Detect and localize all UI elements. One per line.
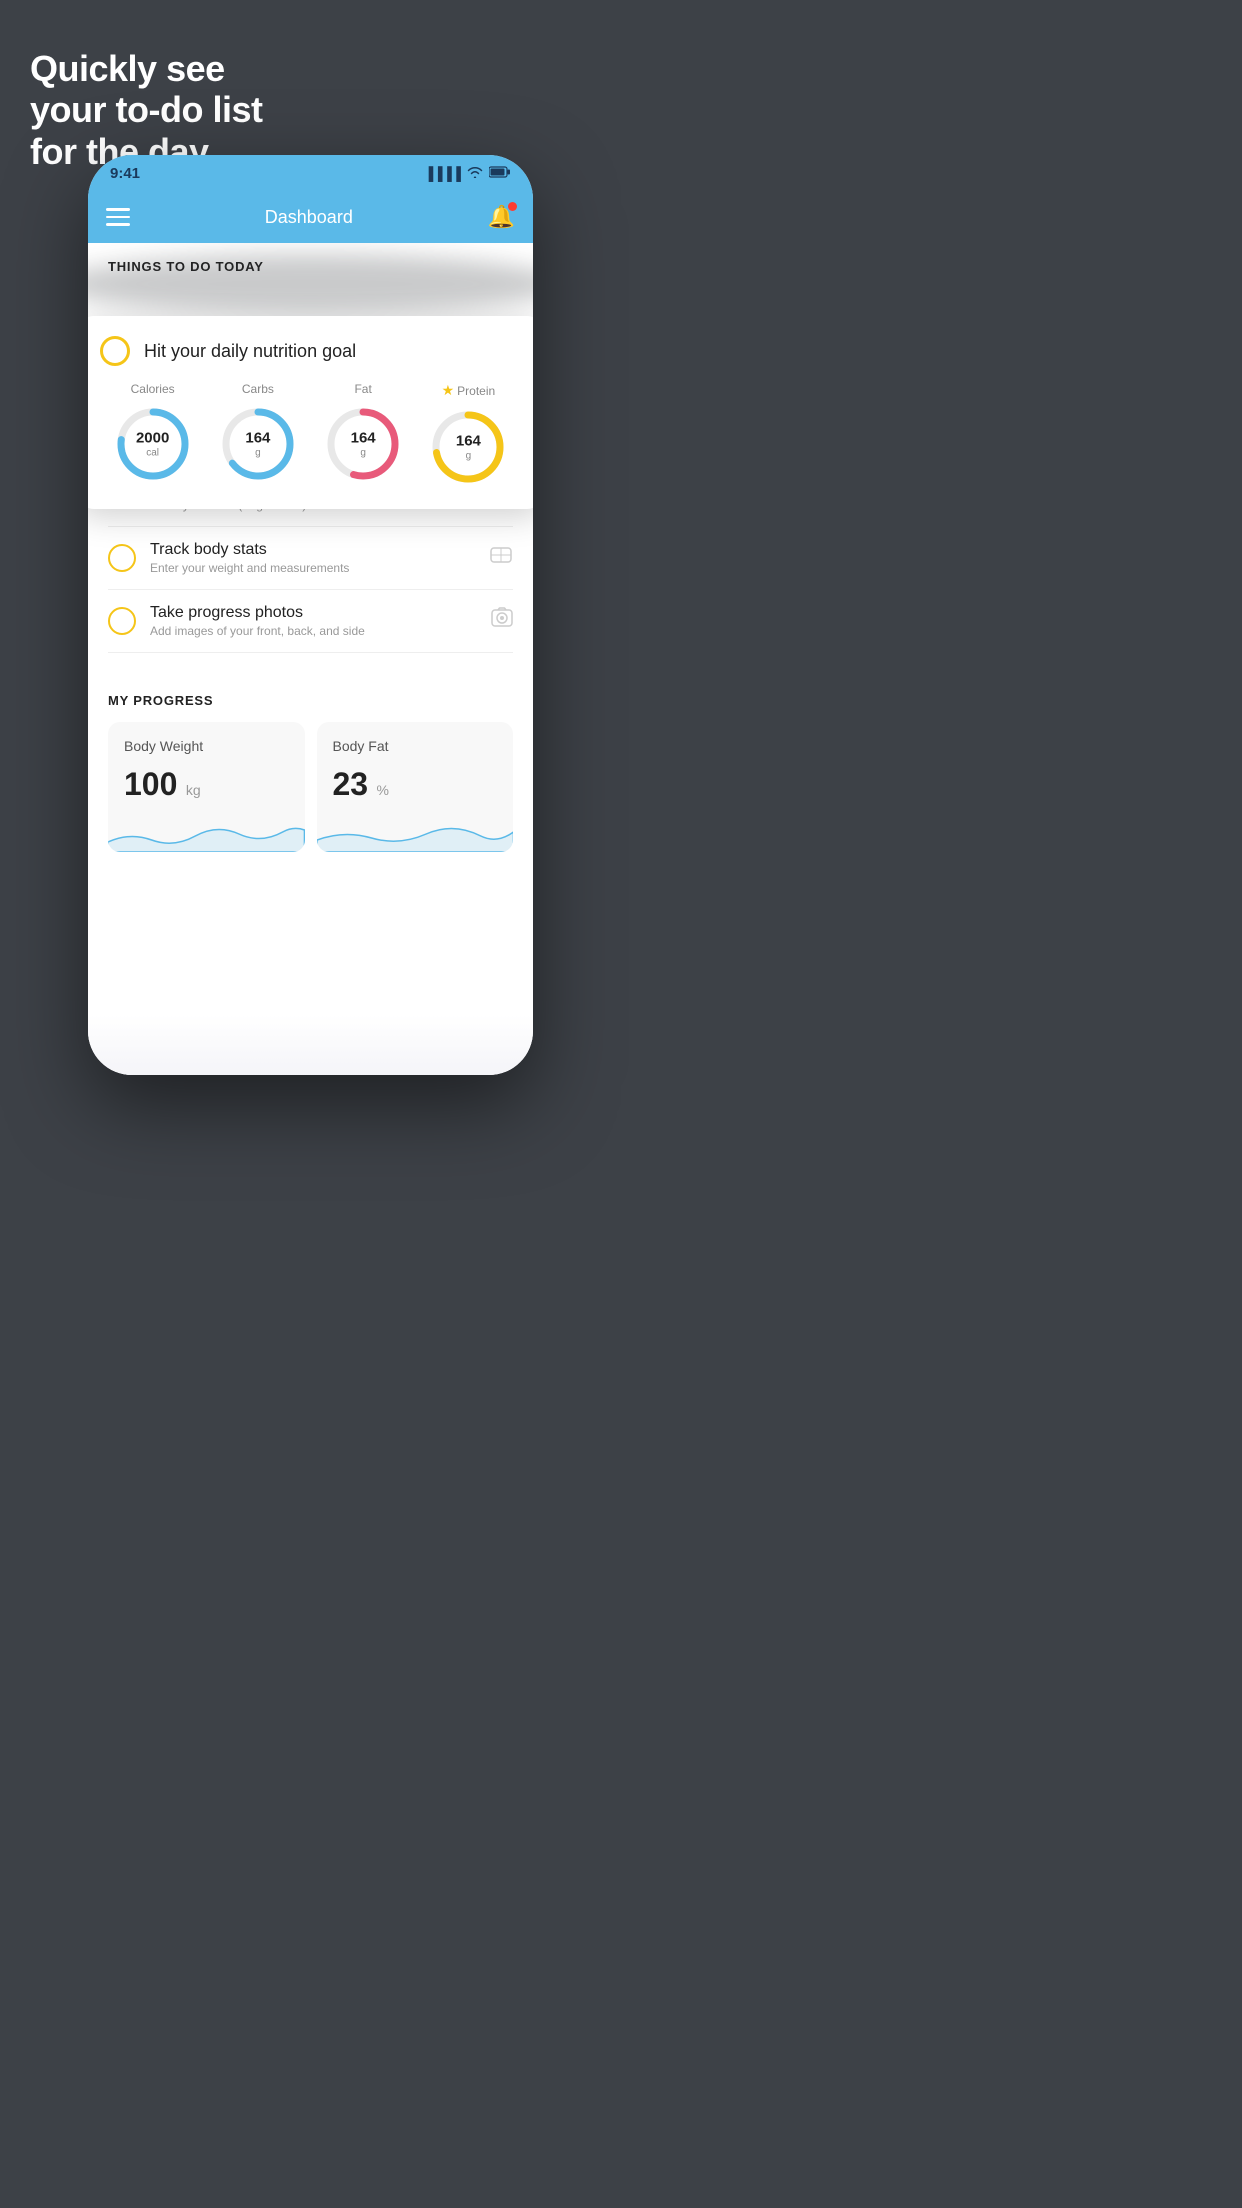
body-weight-value: 100 bbox=[124, 766, 177, 802]
protein-star-icon: ★ bbox=[442, 382, 455, 399]
nav-title: Dashboard bbox=[265, 207, 353, 228]
body-weight-wave bbox=[108, 812, 305, 852]
protein-label: Protein bbox=[457, 384, 495, 398]
status-bar: 9:41 ▐▐▐▐ bbox=[88, 155, 533, 191]
hamburger-button[interactable] bbox=[106, 208, 130, 226]
todo-photos-subtitle: Add images of your front, back, and side bbox=[150, 624, 477, 638]
card-circle-indicator bbox=[100, 336, 130, 366]
wifi-icon bbox=[467, 166, 483, 181]
nutrition-card: Hit your daily nutrition goal Calories bbox=[88, 316, 533, 509]
scale-icon bbox=[489, 544, 513, 572]
fat-label: Fat bbox=[354, 382, 371, 396]
hero-line2: your to-do list bbox=[30, 89, 262, 130]
card-title: Hit your daily nutrition goal bbox=[144, 341, 356, 362]
nav-bar: Dashboard 🔔 bbox=[88, 191, 533, 243]
carbs-label: Carbs bbox=[242, 382, 274, 396]
content-area: THINGS TO DO TODAY Hit your daily nutrit… bbox=[88, 243, 533, 1075]
calories-unit: cal bbox=[136, 447, 169, 458]
body-weight-unit: kg bbox=[186, 782, 201, 798]
carbs-chart: 164 g bbox=[218, 404, 298, 484]
progress-cards: Body Weight 100 kg Body Fat bbox=[108, 722, 513, 852]
body-fat-unit: % bbox=[377, 782, 389, 798]
todo-bodystats-circle bbox=[108, 544, 136, 572]
todo-bodystats-subtitle: Enter your weight and measurements bbox=[150, 561, 475, 575]
body-fat-title: Body Fat bbox=[333, 738, 498, 754]
hero-heading: Quickly see your to-do list for the day. bbox=[30, 48, 262, 172]
fat-value: 164 bbox=[351, 430, 376, 447]
body-fat-wave bbox=[317, 812, 514, 852]
card-shadow bbox=[88, 254, 533, 314]
protein-chart: 164 g bbox=[428, 407, 508, 487]
calories-chart: 2000 cal bbox=[113, 404, 193, 484]
carbs-unit: g bbox=[245, 447, 270, 458]
bottom-fade bbox=[88, 1015, 533, 1075]
notification-dot bbox=[508, 202, 517, 211]
calories-label: Calories bbox=[131, 382, 175, 396]
body-fat-value: 23 bbox=[333, 766, 369, 802]
hero-line1: Quickly see bbox=[30, 48, 225, 89]
todo-photos-circle bbox=[108, 607, 136, 635]
status-time: 9:41 bbox=[110, 165, 140, 182]
photo-icon bbox=[491, 607, 513, 635]
signal-icon: ▐▐▐▐ bbox=[424, 166, 461, 181]
phone-mockup: 9:41 ▐▐▐▐ bbox=[88, 155, 533, 1075]
nutrition-carbs: Carbs 164 g bbox=[218, 382, 298, 484]
progress-section: MY PROGRESS Body Weight 100 kg bbox=[88, 673, 533, 852]
protein-value: 164 bbox=[456, 433, 481, 450]
fat-unit: g bbox=[351, 447, 376, 458]
calories-value: 2000 bbox=[136, 430, 169, 447]
carbs-value: 164 bbox=[245, 430, 270, 447]
nutrition-grid: Calories 2000 cal bbox=[100, 382, 521, 487]
todo-bodystats-text: Track body stats Enter your weight and m… bbox=[150, 541, 475, 575]
fat-chart: 164 g bbox=[323, 404, 403, 484]
nutrition-protein: ★ Protein 164 g bbox=[428, 382, 508, 487]
body-fat-value-row: 23 % bbox=[333, 766, 498, 803]
progress-header: MY PROGRESS bbox=[108, 693, 513, 708]
battery-icon bbox=[489, 166, 511, 181]
body-weight-title: Body Weight bbox=[124, 738, 289, 754]
todo-item-bodystats[interactable]: Track body stats Enter your weight and m… bbox=[108, 527, 513, 590]
body-weight-card[interactable]: Body Weight 100 kg bbox=[108, 722, 305, 852]
todo-photos-text: Take progress photos Add images of your … bbox=[150, 604, 477, 638]
body-fat-card[interactable]: Body Fat 23 % bbox=[317, 722, 514, 852]
todo-item-photos[interactable]: Take progress photos Add images of your … bbox=[108, 590, 513, 653]
todo-photos-title: Take progress photos bbox=[150, 604, 477, 622]
status-icons: ▐▐▐▐ bbox=[424, 166, 511, 181]
nutrition-calories: Calories 2000 cal bbox=[113, 382, 193, 484]
protein-unit: g bbox=[456, 450, 481, 461]
body-weight-value-row: 100 kg bbox=[124, 766, 289, 803]
nutrition-fat: Fat 164 g bbox=[323, 382, 403, 484]
todo-bodystats-title: Track body stats bbox=[150, 541, 475, 559]
notification-bell[interactable]: 🔔 bbox=[488, 204, 515, 230]
